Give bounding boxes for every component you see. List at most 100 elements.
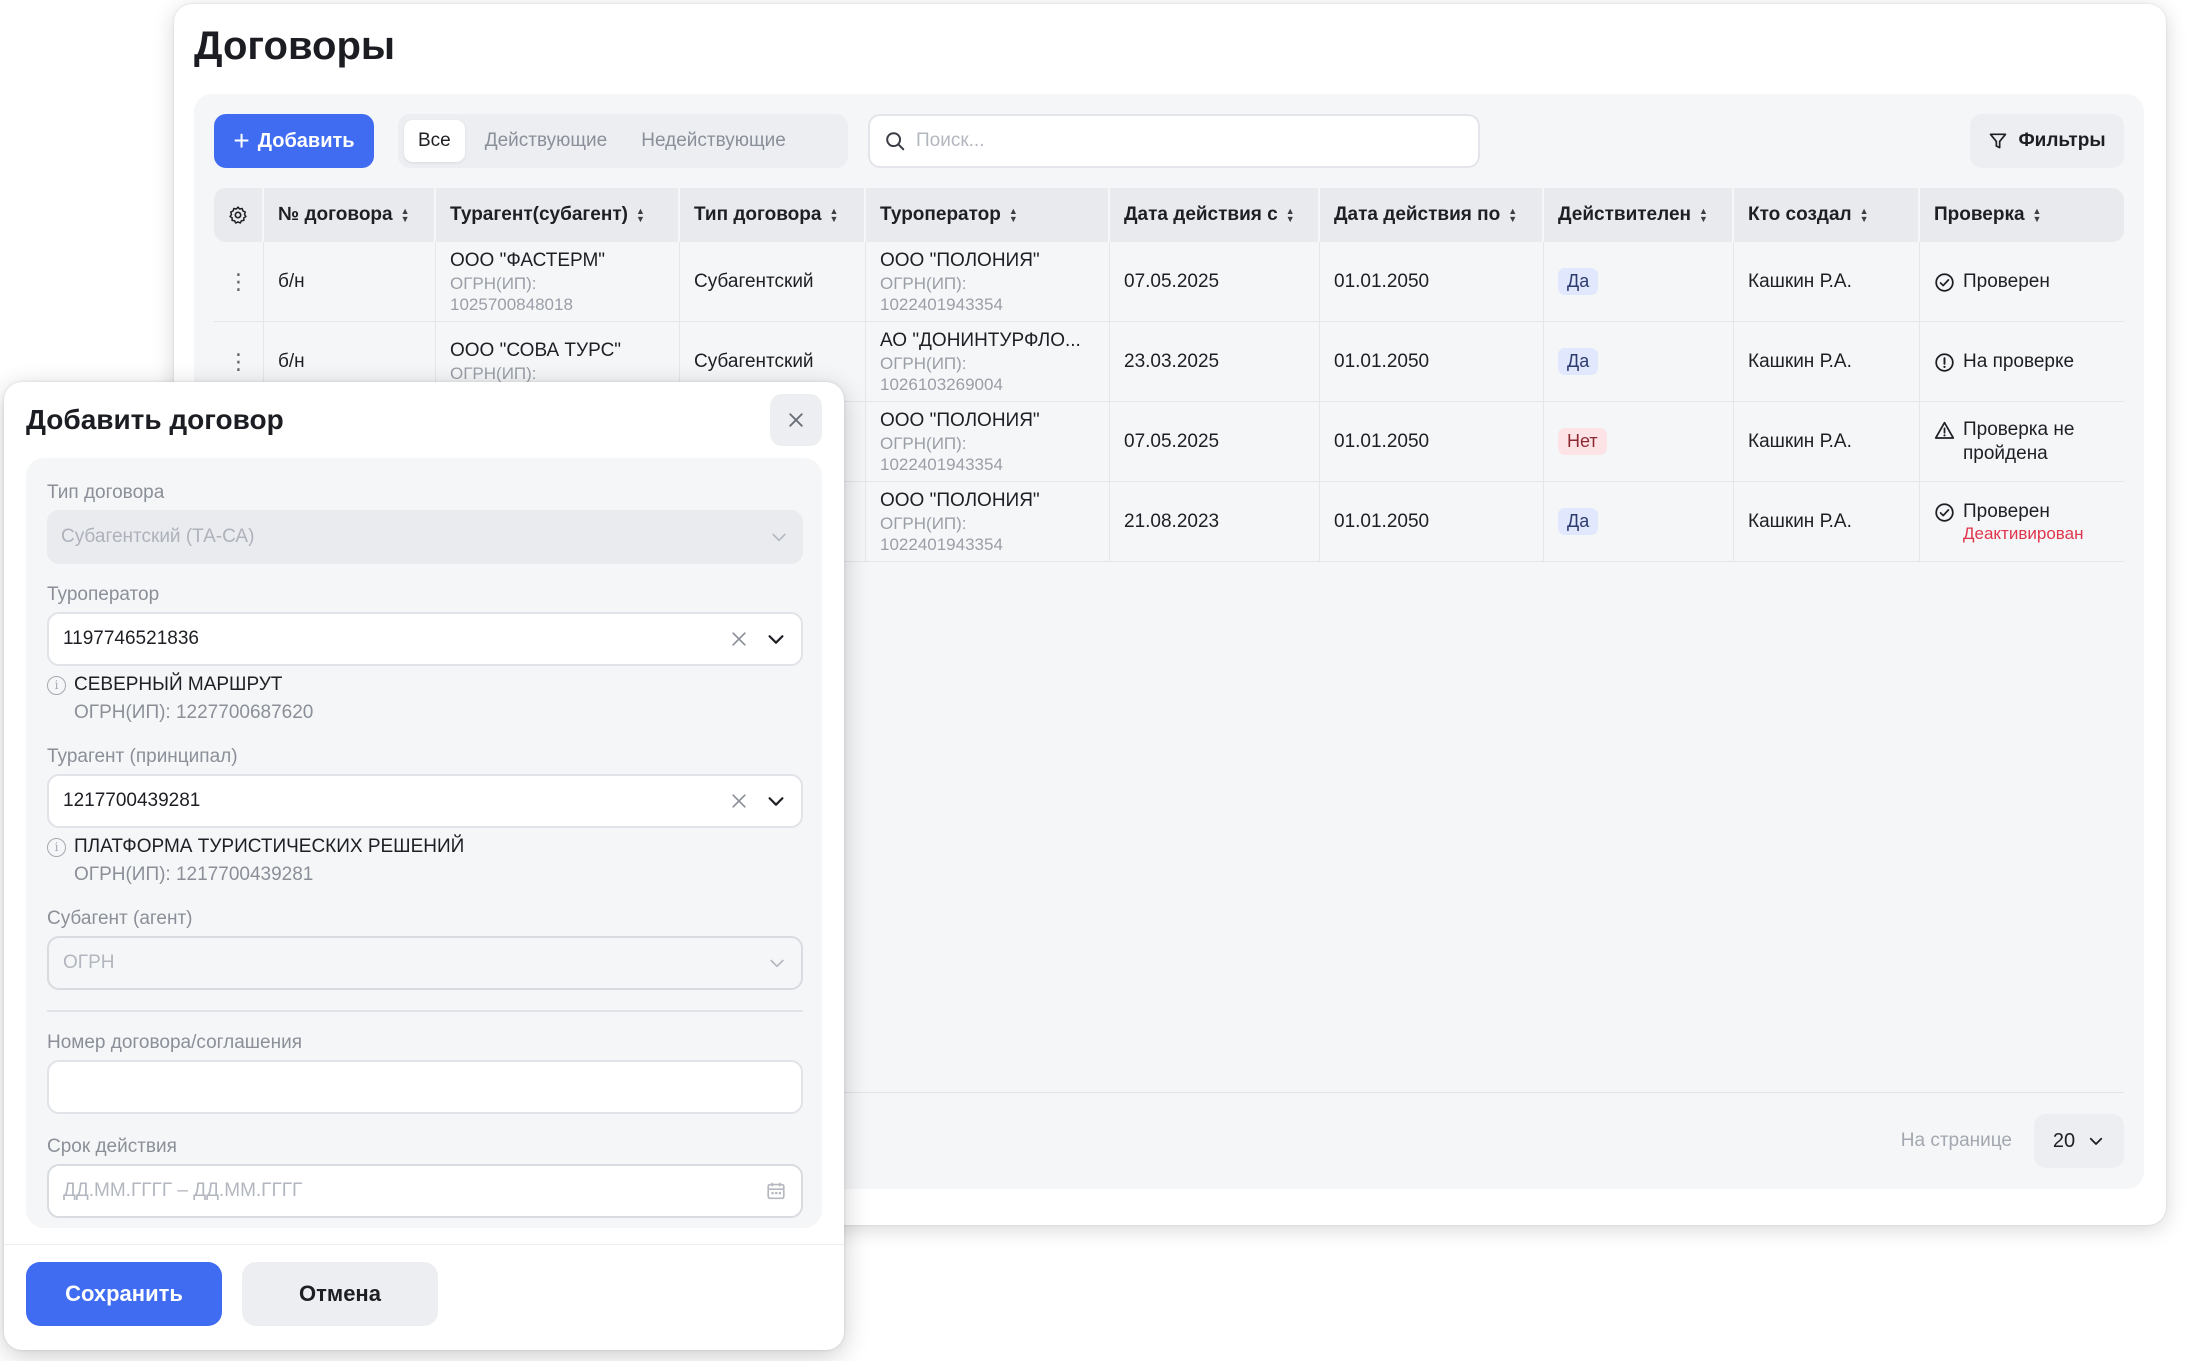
agent-ogrn: 1025700848018 (450, 294, 573, 314)
add-contract-modal: Добавить договор Тип договора Субагентск… (4, 382, 844, 1350)
row-menu-icon[interactable]: ⋮ (228, 270, 250, 293)
tab-active[interactable]: Действующие (471, 120, 622, 162)
agent-select[interactable]: 1217700439281 (47, 774, 803, 828)
page-size-label: На странице (1900, 1130, 2012, 1151)
date-from: 23.03.2025 (1124, 350, 1220, 372)
chevron-down-icon[interactable] (765, 628, 787, 650)
period-placeholder: ДД.ММ.ГГГГ – ДД.ММ.ГГГГ (63, 1180, 303, 1201)
toolbar: + Добавить Все Действующие Недействующие… (214, 114, 2124, 168)
operator-ogrn-label: ОГРН(ИП): (880, 353, 967, 373)
contract-type: Субагентский (694, 270, 814, 292)
column-header-label: Турагент(субагент) (450, 204, 628, 225)
operator-hint-ogrn: ОГРН(ИП): 1227700687620 (74, 702, 314, 723)
search-input[interactable] (916, 130, 1464, 152)
close-icon (789, 413, 803, 427)
sort-icon: ▲ ▼ (636, 206, 645, 224)
operator-name: ООО "ПОЛОНИЯ" (880, 409, 1040, 431)
calendar-icon[interactable] (765, 1180, 787, 1202)
info-icon: i (47, 675, 66, 695)
cancel-button[interactable]: Отмена (242, 1262, 438, 1326)
operator-ogrn-label: ОГРН(ИП): (880, 513, 967, 533)
agent-name: ООО "ФАСТЕРМ" (450, 249, 606, 271)
table-row[interactable]: ⋮ б/н ООО "ФАСТЕРМ" ОГРН(ИП): 1025700848… (214, 242, 2124, 322)
column-header-creator[interactable]: Кто создал ▲ ▼ (1734, 188, 1920, 242)
column-header-type[interactable]: Тип договора ▲ ▼ (680, 188, 866, 242)
sort-icon: ▲ ▼ (1698, 206, 1708, 224)
date-from: 21.08.2023 (1124, 510, 1220, 532)
valid-badge: Да (1558, 508, 1599, 535)
creator: Кашкин Р.А. (1748, 270, 1852, 292)
agent-hint-ogrn: ОГРН(ИП): 1217700439281 (74, 864, 314, 885)
agent-label: Турагент (принципал) (47, 746, 238, 767)
column-header-number[interactable]: № договора ▲ ▼ (264, 188, 436, 242)
agent-hint: i ПЛАТФОРМА ТУРИСТИЧЕСКИХ РЕШЕНИЙ ОГРН(ИП… (47, 833, 464, 889)
filters-button-label: Фильтры (2018, 130, 2106, 151)
search-icon (886, 132, 905, 151)
tab-all[interactable]: Все (404, 120, 465, 162)
contract-number-field[interactable] (47, 1060, 803, 1114)
info-icon: i (47, 837, 66, 857)
operator-hint: i СЕВЕРНЫЙ МАРШРУТ ОГРН(ИП): 122770068762… (47, 671, 313, 727)
row-menu-icon[interactable]: ⋮ (228, 350, 250, 373)
period-field[interactable]: ДД.ММ.ГГГГ – ДД.ММ.ГГГГ (47, 1164, 803, 1218)
operator-ogrn: 1026103269004 (880, 374, 1003, 394)
sort-icon: ▲ ▼ (400, 206, 410, 224)
operator-name: АО "ДОНИНТУРФЛО... (880, 329, 1081, 351)
add-button-label: Добавить (257, 129, 355, 152)
contract-type-label: Тип договора (47, 482, 165, 503)
column-header-date-to[interactable]: Дата действия по ▲ ▼ (1320, 188, 1544, 242)
valid-badge: Да (1558, 268, 1599, 295)
operator-hint-name: СЕВЕРНЫЙ МАРШРУТ (74, 674, 283, 695)
check-status: Проверка не пройдена (1963, 418, 2075, 464)
subagent-label: Субагент (агент) (47, 908, 193, 929)
contract-type: Субагентский (694, 350, 814, 372)
save-button[interactable]: Сохранить (26, 1262, 222, 1326)
creator: Кашкин Р.А. (1748, 430, 1852, 452)
plus-icon: + (233, 125, 250, 156)
sort-icon: ▲ ▼ (1508, 206, 1518, 224)
gear-icon (229, 206, 247, 224)
clear-icon[interactable] (729, 791, 749, 811)
tab-inactive[interactable]: Недействующие (627, 120, 800, 162)
column-header-label: Проверка (1934, 204, 2025, 225)
check-circle-icon (1935, 272, 1954, 292)
subagent-select[interactable]: ОГРН (47, 936, 803, 990)
column-header-valid[interactable]: Действителен ▲ ▼ (1544, 188, 1734, 242)
column-settings-button[interactable] (214, 188, 264, 242)
exclamation-circle-icon (1935, 352, 1954, 372)
table-header: № договора ▲ ▼ Турагент(субагент) ▲ ▼ Тип до… (214, 188, 2124, 242)
operator-ogrn: 1022401943354 (880, 454, 1003, 474)
number-label: Номер договора/соглашения (47, 1032, 303, 1053)
page-title: Договоры (194, 24, 396, 68)
chevron-down-icon[interactable] (765, 790, 787, 812)
column-header-operator[interactable]: Туроператор ▲ ▼ (866, 188, 1110, 242)
sort-icon: ▲ ▼ (1285, 206, 1295, 224)
filters-button[interactable]: Фильтры (1970, 114, 2124, 168)
date-from: 07.05.2025 (1124, 430, 1220, 452)
check-status: Проверен (1963, 270, 2050, 292)
operator-select[interactable]: 1197746521836 (47, 612, 803, 666)
modal-title: Добавить договор (26, 404, 284, 435)
operator-ogrn-label: ОГРН(ИП): (880, 433, 967, 453)
column-header-label: № договора (278, 204, 393, 225)
column-header-agent[interactable]: Турагент(субагент) ▲ ▼ (436, 188, 680, 242)
sort-icon: ▲ ▼ (2032, 206, 2042, 224)
filter-icon (1990, 133, 2007, 149)
search-box[interactable] (868, 114, 1480, 168)
operator-ogrn-label: ОГРН(ИП): (880, 273, 967, 293)
check-circle-icon (1935, 502, 1954, 522)
page-size-select[interactable]: 20 (2034, 1114, 2124, 1168)
column-header-label: Действителен (1558, 204, 1691, 225)
contract-type-value: Субагентский (ТА-СА) (61, 526, 255, 547)
add-button[interactable]: + Добавить (214, 114, 374, 168)
operator-name: ООО "ПОЛОНИЯ" (880, 489, 1040, 511)
page-size-value: 20 (2052, 1129, 2076, 1152)
subagent-placeholder: ОГРН (63, 952, 115, 973)
clear-icon[interactable] (729, 629, 749, 649)
column-header-check[interactable]: Проверка ▲ ▼ (1920, 188, 2124, 242)
valid-badge: Да (1558, 348, 1599, 375)
status-tabs: Все Действующие Недействующие (398, 114, 848, 168)
close-button[interactable] (770, 394, 822, 446)
date-to: 01.01.2050 (1334, 350, 1430, 372)
column-header-date-from[interactable]: Дата действия с ▲ ▼ (1110, 188, 1320, 242)
